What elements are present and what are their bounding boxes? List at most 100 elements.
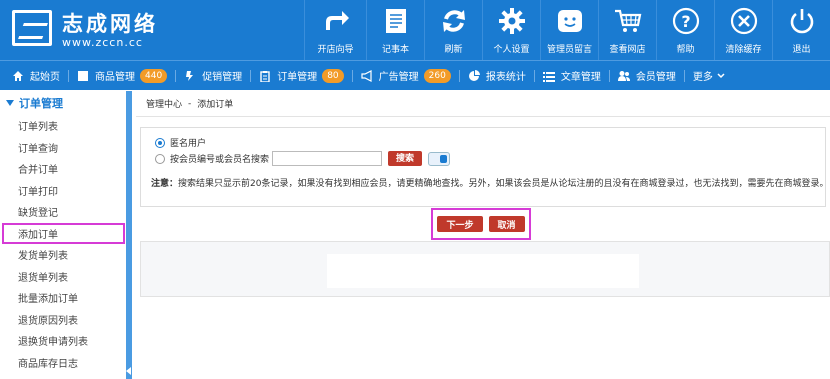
sidebar-item-exchange-requests[interactable]: 退换货申请列表 (0, 330, 129, 352)
nav-label: 报表统计 (485, 72, 526, 83)
sidebar-item-order-print[interactable]: 订单打印 (0, 180, 129, 202)
sidebar-heading-label: 订单管理 (19, 97, 63, 110)
anonymous-label: 匿名用户 (170, 139, 207, 149)
share-arrow-icon (321, 6, 351, 36)
topnav-label: 清除缓存 (725, 45, 762, 55)
nav-label: 商品管理 (95, 72, 135, 83)
nav-badge: 80 (322, 68, 344, 83)
megaphone-icon (361, 69, 372, 82)
breadcrumb-separator: - (188, 98, 192, 109)
topnav-personal-settings[interactable]: 个人设置 (482, 0, 540, 60)
power-icon (787, 6, 817, 36)
svg-text:?: ? (681, 12, 690, 31)
topnav-label: 查看网店 (609, 45, 646, 55)
sidebar: 订单管理 订单列表 订单查询 合并订单 订单打印 缺货登记 添加订单 发货单列表… (0, 91, 130, 379)
anonymous-radio[interactable] (155, 137, 165, 148)
brand-url: www.zccn.cc (62, 36, 143, 49)
sidebar-collapse-bar[interactable] (126, 91, 132, 379)
pie-chart-icon (468, 69, 480, 81)
member-select-panel: 匿名用户 按会员编号或会员名搜索 搜索 注意：搜索结果只显示前20条记录，如果没… (140, 127, 828, 207)
message-icon (555, 6, 585, 36)
sidebar-item-add-order[interactable]: 添加订单 (2, 222, 125, 244)
top-header: 志成网络 www.zccn.cc 开店向导 记事本 刷新 个人设置 管理员留言 … (0, 0, 830, 60)
anonymous-option[interactable]: 匿名用户 (155, 136, 206, 149)
refresh-icon (439, 6, 469, 36)
member-search-option[interactable]: 按会员编号或会员名搜索 搜索 (155, 151, 451, 166)
search-button[interactable]: 搜索 (388, 151, 423, 166)
member-search-input[interactable] (272, 151, 383, 166)
box-icon (78, 70, 88, 81)
topnav-notepad[interactable]: 记事本 (366, 0, 424, 60)
sidebar-item-return-reasons[interactable]: 退货原因列表 (0, 309, 129, 331)
nav-more[interactable]: 更多 (685, 61, 733, 91)
notepad-icon (381, 6, 411, 36)
sidebar-item-delivery-list[interactable]: 发货单列表 (0, 244, 129, 266)
clipboard-icon (260, 70, 270, 82)
search-note: 注意：搜索结果只显示前20条记录，如果没有找到相应会员，请更精确地查找。另外，如… (151, 176, 828, 189)
caret-down-icon (6, 100, 14, 106)
topnav-label: 帮助 (676, 45, 695, 55)
gear-icon (497, 6, 527, 36)
next-step-button[interactable]: 下一步 (437, 216, 483, 232)
help-icon: ? (671, 6, 701, 36)
chevron-down-icon (717, 72, 725, 78)
home-icon (13, 70, 23, 81)
nav-members[interactable]: 会员管理 (610, 61, 684, 91)
nav-home[interactable]: 起始页 (4, 61, 68, 91)
topnav-admin-message[interactable]: 管理员留言 (540, 0, 598, 60)
topnav-logout[interactable]: 退出 (772, 0, 830, 60)
sidebar-item-stock-log[interactable]: 商品库存日志 (0, 352, 129, 374)
topnav-label: 开店向导 (317, 45, 354, 55)
lower-panel (140, 241, 830, 297)
nav-label: 会员管理 (635, 72, 676, 83)
note-label: 注意： (151, 179, 179, 189)
collapse-arrow-icon (126, 367, 131, 375)
sidebar-item-stockout[interactable]: 缺货登记 (0, 201, 129, 223)
nav-promotion[interactable]: 促销管理 (176, 61, 250, 91)
sidebar-item-return-list[interactable]: 退货单列表 (0, 266, 129, 288)
topnav-label: 退出 (792, 45, 811, 55)
nav-articles[interactable]: 文章管理 (535, 61, 609, 91)
topnav-label: 记事本 (381, 45, 409, 55)
nav-label: 订单管理 (277, 72, 318, 83)
logo[interactable]: 志成网络 www.zccn.cc (8, 6, 208, 52)
logo-mark-icon (12, 10, 52, 46)
topnav-help[interactable]: ? 帮助 (656, 0, 714, 60)
nav-label: 起始页 (30, 72, 60, 83)
lower-panel-content (327, 254, 639, 288)
users-icon (617, 70, 630, 81)
clear-icon (729, 6, 759, 36)
main-nav: 起始页 商品管理 440 促销管理 订单管理 80 广告管理 260 报表统计 … (0, 60, 830, 90)
nav-label: 更多 (692, 72, 713, 83)
breadcrumb-current: 添加订单 (197, 100, 234, 110)
nav-reports[interactable]: 报表统计 (460, 61, 534, 91)
sidebar-item-order-list[interactable]: 订单列表 (0, 115, 129, 137)
topnav-shop-wizard[interactable]: 开店向导 (304, 0, 366, 60)
nav-ads[interactable]: 广告管理 260 (353, 61, 459, 91)
nav-goods[interactable]: 商品管理 440 (69, 61, 175, 91)
nav-badge: 440 (140, 68, 168, 83)
topnav-view-store[interactable]: 查看网店 (598, 0, 656, 60)
sidebar-item-merge-order[interactable]: 合并订单 (0, 158, 129, 180)
cancel-button[interactable]: 取消 (488, 216, 525, 232)
topnav-clear-cache[interactable]: 清除缓存 (714, 0, 772, 60)
nav-orders[interactable]: 订单管理 80 (251, 61, 351, 91)
nav-badge: 260 (423, 68, 451, 83)
topnav-refresh[interactable]: 刷新 (424, 0, 482, 60)
cart-icon (613, 6, 643, 36)
top-toolbar: 开店向导 记事本 刷新 个人设置 管理员留言 查看网店 ? 帮助 清除缓存 退出 (304, 0, 830, 60)
sidebar-item-batch-add[interactable]: 批量添加订单 (0, 287, 129, 309)
nav-label: 文章管理 (560, 72, 601, 83)
member-search-radio[interactable] (155, 153, 165, 164)
breadcrumb-root[interactable]: 管理中心 (146, 97, 182, 110)
topnav-label: 刷新 (444, 45, 463, 55)
member-result-select[interactable] (428, 151, 451, 166)
member-search-label: 按会员编号或会员名搜索 (170, 155, 270, 165)
nav-label: 促销管理 (202, 72, 243, 83)
sidebar-heading[interactable]: 订单管理 (0, 91, 129, 115)
topnav-label: 个人设置 (493, 45, 530, 55)
note-text: 搜索结果只显示前20条记录，如果没有找到相应会员，请更精确地查找。另外，如果该会… (178, 179, 829, 189)
brand-title: 志成网络 (62, 12, 158, 36)
action-buttons: 下一步 取消 (431, 208, 531, 240)
sidebar-item-order-query[interactable]: 订单查询 (0, 137, 129, 159)
